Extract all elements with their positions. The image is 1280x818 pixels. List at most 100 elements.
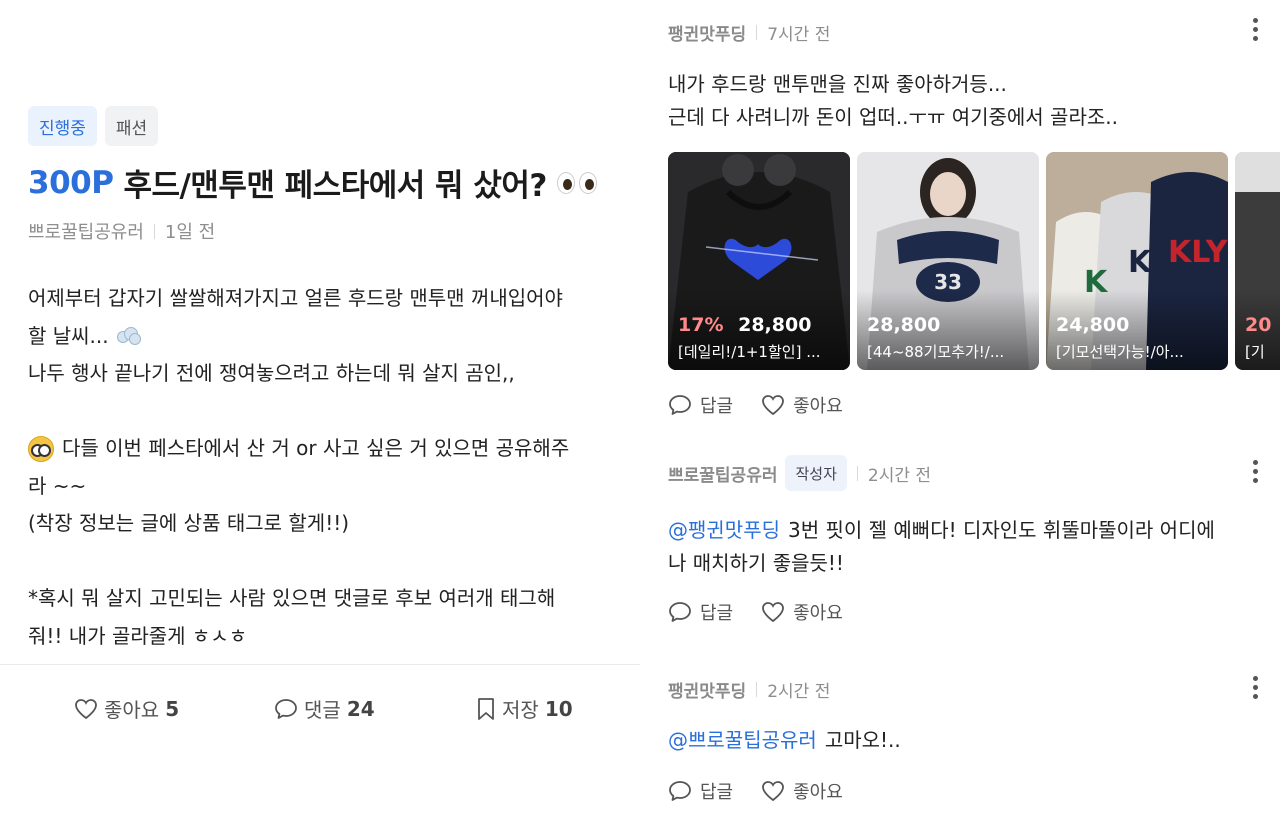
comment-bubble-icon: [669, 781, 691, 801]
comment-line: 나 매치하기 좋을듯!!: [668, 551, 844, 575]
product-price-value: 28,800: [867, 314, 941, 336]
save-button[interactable]: 저장 10: [476, 694, 573, 723]
comment-button[interactable]: 댓글 24: [274, 694, 375, 723]
product-card[interactable]: 20 [기: [1235, 152, 1280, 370]
comment-line: 내가 후드랑 맨투맨을 진짜 좋아하거등...: [668, 72, 1007, 96]
body-line: 라 ~~: [28, 473, 87, 498]
comment-text: @팽귄맛푸딩 3번 핏이 젤 예뻐다! 디자인도 휘뚤마뚤이라 어디에 나 매치하…: [668, 514, 1215, 580]
comment-meta: 팽귄맛푸딩 2시간 전: [668, 677, 830, 702]
like-count: 5: [165, 696, 180, 721]
meta-divider: [856, 465, 858, 481]
svg-text:KI: KI: [1128, 245, 1162, 280]
svg-text:KLY: KLY: [1168, 235, 1228, 270]
product-price: 20: [1245, 314, 1279, 336]
mention-link[interactable]: @쁘로꿀팁공유러: [668, 728, 817, 752]
comment-like-label: 좋아요: [793, 396, 843, 417]
post-panel: 진행중 패션 300P 후드/맨투맨 페스타에서 뭐 샀어? 쁘로꿀팁공유러 1…: [0, 0, 640, 818]
comment-like-button[interactable]: 좋아요: [761, 599, 843, 625]
comment-line: 고마오!..: [824, 728, 901, 752]
more-options-icon[interactable]: [1252, 460, 1258, 483]
body-line: *혹시 뭐 살지 고민되는 사람 있으면 댓글로 후보 여러개 태그해: [28, 586, 556, 610]
comment-count: 24: [346, 696, 375, 721]
comment-time: 2시간 전: [867, 465, 932, 486]
body-line: 어제부터 갑자기 쌀쌀해져가지고 얼른 후드랑 맨투맨 꺼내입어야: [28, 286, 563, 310]
product-price: 24,800: [1056, 314, 1129, 336]
comment-like-button[interactable]: 좋아요: [761, 392, 843, 418]
comment-author[interactable]: 팽귄맛푸딩: [668, 677, 746, 702]
like-label: 좋아요: [104, 698, 160, 722]
dash-emoji-icon: [115, 325, 143, 347]
comment-like-button[interactable]: 좋아요: [761, 778, 843, 804]
product-price-value: 28,800: [738, 314, 812, 336]
comment-text: @쁘로꿀팁공유러 고마오!..: [668, 724, 901, 757]
product-name: [기모선택가능!/아...: [1056, 343, 1184, 361]
reply-label: 답글: [700, 782, 734, 803]
eyes-emoji-icon: [556, 171, 597, 194]
save-label: 저장: [502, 698, 539, 722]
comment-like-label: 좋아요: [793, 603, 843, 624]
comments-panel: 팽귄맛푸딩 7시간 전 내가 후드랑 맨투맨을 진짜 좋아하거등... 근데 다…: [640, 0, 1280, 818]
mention-link[interactable]: @팽귄맛푸딩: [668, 518, 780, 542]
post-body: 어제부터 갑자기 쌀쌀해져가지고 얼른 후드랑 맨투맨 꺼내입어야 할 날씨..…: [28, 280, 628, 655]
comment-bubble-icon: [669, 602, 691, 622]
reply-button[interactable]: 답글: [668, 778, 733, 804]
comment-text: 내가 후드랑 맨투맨을 진짜 좋아하거등... 근데 다 사려니까 돈이 업떠.…: [668, 68, 1118, 134]
comment-author[interactable]: 쁘로꿀팁공유러: [668, 461, 777, 486]
more-options-icon[interactable]: [1252, 676, 1258, 699]
more-options-icon[interactable]: [1252, 18, 1258, 41]
product-discount: 20: [1245, 314, 1272, 336]
author-badge: 작성자: [785, 455, 847, 491]
save-count: 10: [544, 696, 573, 721]
body-line: 나두 행사 끝나기 전에 쟁여놓으려고 하는데 뭐 살지 곰인,,: [28, 361, 515, 385]
post-title-text: 후드/맨투맨 페스타에서 뭐 샀어?: [123, 168, 547, 204]
nerd-face-emoji-icon: [28, 435, 54, 462]
product-name: [기: [1245, 343, 1265, 361]
like-button[interactable]: 좋아요 5: [74, 694, 179, 723]
product-card[interactable]: 33 28,800 [44~88기모추가!/...: [857, 152, 1039, 370]
body-line: [28, 393, 628, 431]
body-line: [28, 543, 628, 581]
post-action-bar: 좋아요 5 댓글 24 저장 10: [0, 686, 640, 728]
product-name: [데일리!/1+1할인] ...: [678, 343, 821, 361]
product-carousel: 17% 28,800 [데일리!/1+1할인] ... 33 28,800 [4…: [668, 152, 1280, 370]
comment-time: 7시간 전: [767, 25, 831, 45]
comment-actions: 답글 좋아요: [668, 392, 871, 418]
comment-line-1: @쁘로꿀팁공유러 고마오!..: [668, 724, 901, 757]
product-discount: 17%: [678, 314, 724, 336]
heart-icon: [75, 698, 97, 719]
point-reward: 300P: [28, 164, 114, 201]
product-card[interactable]: K KI KLY 24,800 [기모선택가능!/아...: [1046, 152, 1228, 370]
status-tag[interactable]: 진행중: [28, 106, 97, 146]
post-time: 1일 전: [164, 222, 216, 243]
product-card[interactable]: 17% 28,800 [데일리!/1+1할인] ...: [668, 152, 850, 370]
reply-button[interactable]: 답글: [668, 599, 733, 625]
comment-meta: 쁘로꿀팁공유러 작성자 2시간 전: [668, 455, 931, 491]
comment-line-1: @팽귄맛푸딩 3번 핏이 젤 예뻐다! 디자인도 휘뚤마뚤이라 어디에: [668, 514, 1215, 547]
comment-time: 2시간 전: [767, 682, 831, 702]
category-tag[interactable]: 패션: [104, 106, 159, 146]
comment-author[interactable]: 팽귄맛푸딩: [668, 20, 746, 45]
reply-button[interactable]: 답글: [668, 392, 733, 418]
post-author[interactable]: 쁘로꿀팁공유러: [28, 218, 144, 244]
body-line: 다들 이번 페스타에서 산 거 or 사고 싶은 거 있으면 공유해주: [62, 436, 570, 460]
post-meta: 쁘로꿀팁공유러 1일 전: [28, 218, 215, 244]
product-price-value: 24,800: [1056, 314, 1130, 336]
comment-label: 댓글: [304, 698, 341, 722]
heart-icon: [762, 602, 785, 623]
meta-divider: [153, 223, 155, 239]
heart-icon: [762, 395, 785, 416]
meta-divider: [756, 25, 758, 40]
comment-meta: 팽귄맛푸딩 7시간 전: [668, 20, 830, 45]
reply-label: 답글: [700, 603, 734, 624]
body-line-with-emoji: 다들 이번 페스타에서 산 거 or 사고 싶은 거 있으면 공유해주: [28, 430, 628, 468]
body-line: (착장 정보는 글에 상품 태그로 할게!!): [28, 511, 350, 535]
meta-divider: [756, 682, 758, 697]
action-divider: [0, 664, 640, 665]
body-line: 줘!! 내가 골라줄게 ㅎㅅㅎ: [28, 623, 248, 648]
heart-icon: [762, 781, 785, 802]
comment-bubble-icon: [669, 395, 691, 415]
bookmark-icon: [478, 697, 494, 720]
comment-line: 3번 핏이 젤 예뻐다! 디자인도 휘뚤마뚤이라 어디에: [788, 518, 1215, 542]
post-tags: 진행중 패션: [28, 106, 159, 146]
product-price: 28,800: [867, 314, 940, 336]
